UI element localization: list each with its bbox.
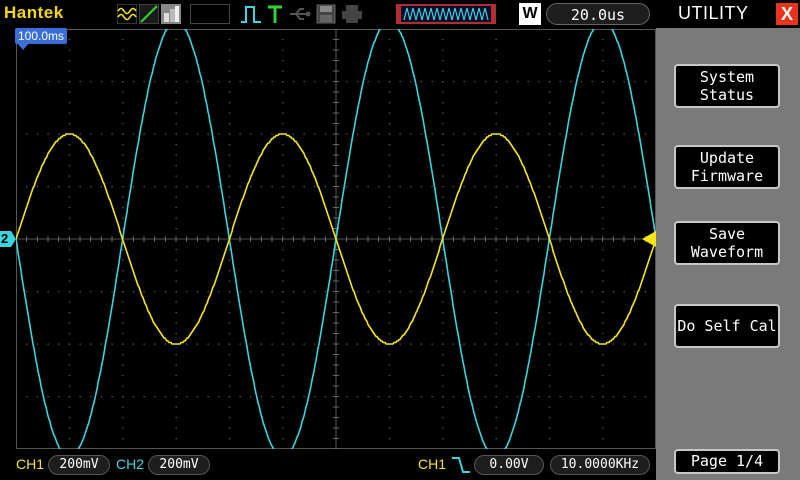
pulse-icon bbox=[241, 6, 261, 23]
trigger-delay-badge: 100.0ms bbox=[15, 28, 68, 44]
scope-display bbox=[16, 29, 656, 449]
bottom-status-bar: CH1 200mV CH2 200mV CH1 0.00V 10.0000KHz bbox=[0, 450, 656, 480]
top-status-bar: Hantek W 20.0us bbox=[0, 0, 656, 28]
update-firmware-button[interactable]: Update Firmware bbox=[674, 145, 780, 189]
frequency-readout: 10.0000KHz bbox=[550, 455, 650, 475]
system-status-button[interactable]: System Status bbox=[674, 64, 780, 108]
timebase-mode-badge: W bbox=[519, 3, 541, 25]
save-waveform-button[interactable]: Save Waveform bbox=[674, 221, 780, 265]
brand-logo: Hantek bbox=[4, 3, 64, 22]
update-firmware-line1: Update bbox=[699, 149, 755, 167]
ch2-label: CH2 bbox=[116, 456, 145, 472]
page-indicator-button[interactable]: Page 1/4 bbox=[674, 449, 780, 474]
blank-slot-icon bbox=[190, 4, 230, 24]
page-indicator-label: Page 1/4 bbox=[690, 452, 764, 470]
update-firmware-line2: Firmware bbox=[690, 167, 764, 185]
usb-icon bbox=[290, 8, 311, 20]
do-self-cal-label: Do Self Cal bbox=[677, 317, 777, 335]
save-waveform-line1: Save bbox=[708, 225, 746, 243]
trigger-level-marker[interactable] bbox=[640, 230, 656, 248]
menu-header: UTILITY X bbox=[656, 0, 800, 28]
ch1-scale: 200mV bbox=[48, 455, 110, 475]
waveform-mode-icon bbox=[117, 4, 137, 24]
do-self-cal-button[interactable]: Do Self Cal bbox=[674, 304, 780, 348]
save-disk-icon bbox=[316, 4, 336, 24]
xy-mode-icon bbox=[139, 4, 159, 24]
falling-edge-icon bbox=[452, 457, 470, 473]
timebase-value: 20.0us bbox=[546, 3, 650, 25]
memory-depth-icon bbox=[396, 4, 496, 24]
trigger-level-value: 0.00V bbox=[474, 455, 544, 475]
persistence-icon bbox=[161, 4, 181, 24]
save-waveform-line2: Waveform bbox=[690, 243, 764, 261]
system-status-line1: System bbox=[699, 68, 755, 86]
ch2-scale: 200mV bbox=[148, 455, 210, 475]
ch2-ground-label: 2 bbox=[1, 231, 9, 246]
trigger-t-icon bbox=[268, 5, 282, 23]
printer-icon bbox=[342, 5, 362, 23]
system-status-line2: Status bbox=[699, 86, 755, 104]
ch1-label: CH1 bbox=[16, 456, 45, 472]
utility-menu-panel: UTILITY X System Status Update Firmware … bbox=[656, 0, 800, 480]
close-icon[interactable]: X bbox=[776, 3, 798, 25]
trigger-source-label: CH1 bbox=[418, 456, 447, 472]
menu-title: UTILITY bbox=[678, 3, 749, 23]
